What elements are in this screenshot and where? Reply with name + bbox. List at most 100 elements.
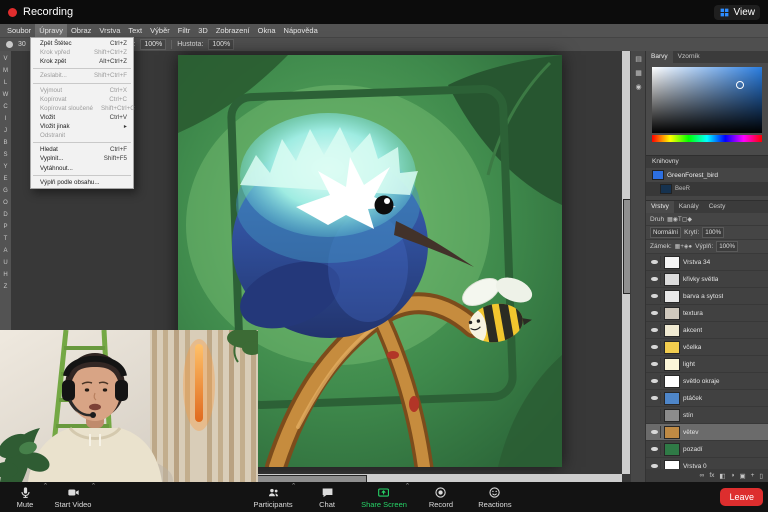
library-subitem[interactable]: BeeR (646, 182, 768, 196)
edit-menu-item[interactable]: Vytáhnout... (31, 164, 133, 173)
layer-visibility-toggle[interactable] (649, 324, 661, 336)
edit-menu-item[interactable]: Vyjmout Ctrl+X (31, 86, 133, 95)
participants-button[interactable]: Participants (250, 482, 296, 512)
hue-slider[interactable] (652, 135, 762, 142)
tool-button[interactable]: O (1, 198, 10, 208)
layer-row[interactable]: ptáček (646, 390, 768, 407)
menubar-item[interactable]: Vrstva (95, 24, 124, 37)
edit-menu-item[interactable]: Kopírovat Ctrl+C (31, 95, 133, 104)
menubar-item[interactable]: 3D (194, 24, 212, 37)
tool-button[interactable]: U (1, 258, 10, 268)
lock-option-icon[interactable]: ● (688, 244, 692, 250)
layer-visibility-toggle[interactable] (649, 341, 661, 353)
layer-row[interactable]: větev (646, 424, 768, 441)
layer-row[interactable]: pozadí (646, 441, 768, 458)
layer-visibility-toggle[interactable] (649, 290, 661, 302)
layer-row[interactable]: akcent (646, 322, 768, 339)
layer-row[interactable]: textura (646, 305, 768, 322)
menubar-item[interactable]: Zobrazení (212, 24, 254, 37)
tool-button[interactable]: T (1, 234, 10, 244)
menubar-item[interactable]: Soubor (3, 24, 35, 37)
layer-visibility-toggle[interactable] (649, 307, 661, 319)
fill-select[interactable]: 100% (716, 241, 738, 252)
layer-visibility-toggle[interactable] (649, 392, 661, 404)
edit-menu-item[interactable]: Zeslabit... Shift+Ctrl+F (31, 71, 133, 80)
brush-preview-icon[interactable] (6, 41, 13, 48)
color-picker-field[interactable] (652, 67, 762, 133)
library-item[interactable]: GreenForest_bird (646, 168, 768, 182)
edit-menu-item[interactable] (33, 142, 131, 143)
layer-row[interactable]: Vrstva 34 (646, 254, 768, 271)
leave-button[interactable]: Leave (720, 488, 763, 506)
tool-button[interactable]: I (1, 114, 10, 124)
tool-button[interactable]: P (1, 222, 10, 232)
layers-footer-icon[interactable]: ◑ (731, 472, 735, 479)
blend-mode-select[interactable]: Normální (650, 227, 681, 238)
flow-select[interactable]: 100% (208, 39, 234, 50)
chat-button[interactable]: Chat (304, 482, 350, 512)
tool-button[interactable]: B (1, 138, 10, 148)
layer-visibility-toggle[interactable] (649, 375, 661, 387)
panel-tab[interactable]: Kanály (674, 201, 704, 213)
panel-tab[interactable]: Vzorník (673, 51, 705, 63)
layers-footer-icon[interactable]: + (751, 472, 755, 479)
layer-visibility-toggle[interactable] (649, 426, 661, 438)
edit-menu-item[interactable]: Zpět Štětec Ctrl+Z (31, 39, 133, 48)
layer-row[interactable]: Vrstva 0 (646, 458, 768, 469)
layer-visibility-toggle[interactable] (649, 256, 661, 268)
record-button[interactable]: Record (418, 482, 464, 512)
edit-menu-item[interactable] (33, 175, 131, 176)
tool-button[interactable]: J (1, 126, 10, 136)
edit-menu-item[interactable] (33, 83, 131, 84)
tool-button[interactable]: E (1, 174, 10, 184)
menubar-item[interactable]: Text (124, 24, 146, 37)
tool-button[interactable]: A (1, 246, 10, 256)
layer-row[interactable]: light (646, 356, 768, 373)
tool-button[interactable]: M (1, 66, 10, 76)
layer-opacity-select[interactable]: 100% (702, 227, 724, 238)
panel-tab[interactable]: Cesty (704, 201, 731, 213)
layer-visibility-toggle[interactable] (649, 460, 661, 469)
layer-row[interactable]: včelka (646, 339, 768, 356)
tool-button[interactable]: S (1, 150, 10, 160)
layer-filter-icon[interactable]: ◆ (687, 217, 692, 223)
edit-menu-item[interactable]: Krok zpět Alt+Ctrl+Z (31, 57, 133, 66)
webcam-self-view[interactable] (0, 330, 258, 482)
edit-menu-item[interactable]: Odstranit (31, 131, 133, 140)
layer-row[interactable]: křivky světla (646, 271, 768, 288)
tool-button[interactable]: D (1, 210, 10, 220)
edit-menu-item[interactable] (33, 68, 131, 69)
layer-visibility-toggle[interactable] (649, 358, 661, 370)
canvas-vertical-scrollbar[interactable] (622, 51, 630, 474)
layers-footer-icon[interactable]: ▣ (739, 472, 745, 480)
layers-footer-icon[interactable]: fx (709, 472, 714, 479)
brush-size-value[interactable]: 30 (18, 41, 26, 48)
menubar-item[interactable]: Výběr (146, 24, 174, 37)
panel-dock-icon[interactable]: ▦ (635, 70, 642, 78)
edit-menu-item[interactable]: Vyplnit... Shift+F5 (31, 154, 133, 163)
panel-tab[interactable]: Vrstvy (646, 201, 674, 213)
tool-button[interactable]: W (1, 90, 10, 100)
tool-button[interactable]: Z (1, 282, 10, 292)
panel-dock-icon[interactable]: ◉ (635, 84, 641, 92)
edit-menu-item[interactable]: Kopírovat sloučené Shift+Ctrl+C (31, 104, 133, 113)
tool-button[interactable]: V (1, 54, 10, 64)
layers-footer-icon[interactable]: ∞ (700, 472, 705, 479)
menubar-item[interactable]: Nápověda (280, 24, 322, 37)
layer-row[interactable]: světlo okraje (646, 373, 768, 390)
tool-button[interactable]: H (1, 270, 10, 280)
menubar-item[interactable]: Okna (254, 24, 280, 37)
edit-menu-item[interactable]: Krok vpřed Shift+Ctrl+Z (31, 48, 133, 57)
menubar-item[interactable]: Úpravy (35, 24, 67, 37)
edit-menu-item[interactable]: Vložit Ctrl+V (31, 113, 133, 122)
layers-footer-icon[interactable]: ▯ (759, 472, 763, 480)
layer-visibility-toggle[interactable] (649, 409, 661, 421)
edit-menu-item[interactable]: Vložit jinak ▸ (31, 122, 133, 131)
edit-menu-item[interactable]: Hledat Ctrl+F (31, 145, 133, 154)
share-screen-button[interactable]: Share Screen (358, 482, 410, 512)
layer-row[interactable]: barva a sytost (646, 288, 768, 305)
layer-row[interactable]: stín (646, 407, 768, 424)
tool-button[interactable]: C (1, 102, 10, 112)
tool-button[interactable]: Y (1, 162, 10, 172)
reactions-button[interactable]: Reactions (472, 482, 518, 512)
